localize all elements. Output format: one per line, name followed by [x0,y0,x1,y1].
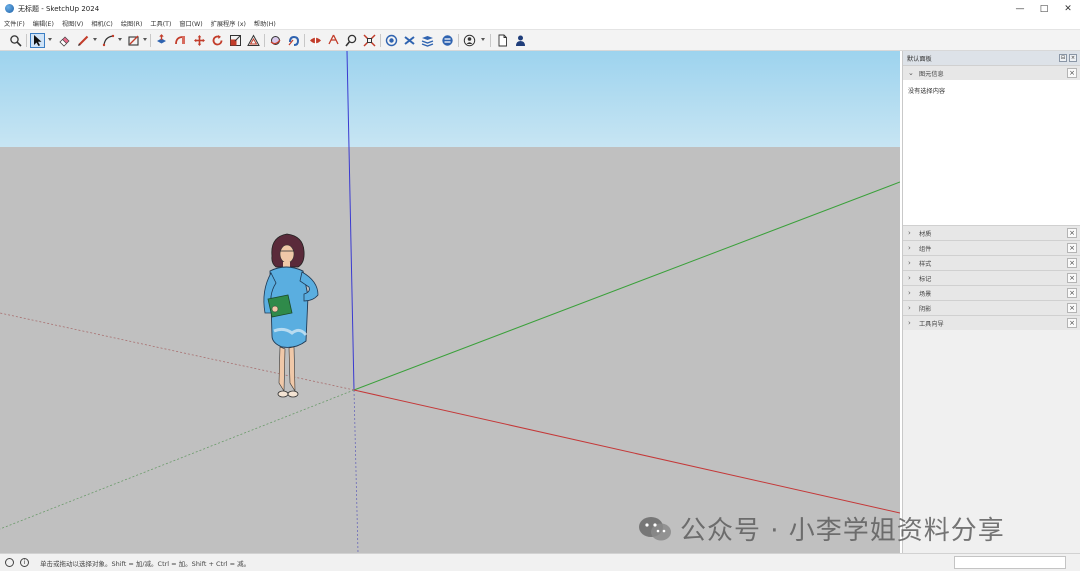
chevron-right-icon: › [908,304,911,312]
title-bar: 无标题 - SketchUp 2024 — □ ✕ [0,0,1080,17]
chevron-right-icon: › [908,289,911,297]
eraser-icon[interactable] [57,33,72,48]
window-title: 无标题 - SketchUp 2024 [18,4,100,13]
panel-close-button[interactable]: × [1067,318,1077,328]
document-icon[interactable] [495,33,510,48]
tray-close-button[interactable]: × [1069,54,1077,62]
arc-icon[interactable] [101,33,116,48]
menu-file[interactable]: 文件(F) [4,19,25,28]
chevron-right-icon: › [908,259,911,267]
menu-view[interactable]: 视图(V) [62,19,83,28]
maximize-button[interactable]: □ [1032,0,1056,17]
panel-label: 标记 [919,275,932,283]
search-icon[interactable] [8,33,23,48]
panel-label: 图元信息 [919,70,944,78]
ground [0,147,900,553]
menu-tools[interactable]: 工具(T) [150,19,171,28]
3d-warehouse-icon[interactable] [384,33,399,48]
status-hint: 单击或拖动以选择对象。Shift = 加/减。Ctrl = 加。Shift + … [40,560,251,568]
zoom-icon[interactable] [344,33,359,48]
walk-icon[interactable] [326,33,341,48]
panel-components[interactable]: › 组件 × [903,240,1080,255]
panel-label: 材质 [919,230,932,238]
chevron-right-icon: › [908,274,911,282]
sky [0,51,900,147]
panel-shadows[interactable]: › 阴影 × [903,300,1080,315]
tray-pin-button[interactable]: ⊟ [1059,54,1067,62]
chevron-right-icon: › [908,319,911,327]
model-viewport[interactable] [0,51,900,553]
info-icon[interactable]: i [20,558,29,567]
panel-label: 样式 [919,260,932,268]
push-pull-icon[interactable] [154,33,169,48]
offset-icon[interactable] [246,33,261,48]
styles-icon[interactable] [440,33,455,48]
window-controls: — □ ✕ [1008,0,1080,17]
zoom-extents-icon[interactable] [362,33,377,48]
minimize-button[interactable]: — [1008,0,1032,17]
watermark: 公众号 · 小李学姐资料分享 [636,510,1005,547]
entity-info-empty-text: 没有选择内容 [908,88,946,95]
account-icon[interactable] [462,33,477,48]
panel-close-button[interactable]: × [1067,273,1077,283]
status-bar: i 单击或拖动以选择对象。Shift = 加/减。Ctrl = 加。Shift … [0,553,1080,571]
extension-warehouse-icon[interactable] [402,33,417,48]
layout-icon[interactable] [420,33,435,48]
entity-info-body: 没有选择内容 [903,80,1080,225]
default-tray: 默认面板 ⊟ × ⌄ 图元信息 × 没有选择内容 › 材质 × › 组件 × ›… [902,51,1080,553]
panel-label: 工具向导 [919,320,944,328]
panel-close-button[interactable]: × [1067,228,1077,238]
panel-label: 场景 [919,290,932,298]
panel-label: 组件 [919,245,932,253]
rotate-icon[interactable] [210,33,225,48]
scene-canvas[interactable] [0,51,900,553]
panel-scenes[interactable]: › 场景 × [903,285,1080,300]
user-icon[interactable] [513,33,528,48]
pan-icon[interactable] [286,33,301,48]
tray-header: 默认面板 ⊟ × [903,51,1080,65]
sketchup-logo-icon [5,4,14,13]
close-button[interactable]: ✕ [1056,0,1080,17]
menu-help[interactable]: 帮助(H) [254,19,276,28]
panel-close-button[interactable]: × [1067,303,1077,313]
main-toolbar [0,29,1080,51]
panel-close-button[interactable]: × [1067,68,1077,78]
measurements-box[interactable] [954,556,1066,569]
geo-location-icon[interactable] [5,558,14,567]
chevron-down-icon: ⌄ [908,69,914,77]
panel-label: 阴影 [919,305,932,313]
scale-icon[interactable] [228,33,243,48]
panel-instructor[interactable]: › 工具向导 × [903,315,1080,330]
menu-bar: 文件(F) 编辑(E) 视图(V) 相机(C) 绘图(R) 工具(T) 窗口(W… [0,17,1080,29]
rectangle-icon[interactable] [126,33,141,48]
panel-styles[interactable]: › 样式 × [903,255,1080,270]
menu-edit[interactable]: 编辑(E) [33,19,54,28]
tray-title: 默认面板 [907,55,932,63]
menu-extensions[interactable]: 扩展程序 (x) [211,19,246,28]
move-icon[interactable] [192,33,207,48]
panel-materials[interactable]: › 材质 × [903,225,1080,240]
menu-camera[interactable]: 相机(C) [91,19,113,28]
chevron-right-icon: › [908,229,911,237]
follow-me-icon[interactable] [173,33,188,48]
section-icon[interactable] [308,33,323,48]
panel-entity-info[interactable]: ⌄ 图元信息 × [903,65,1080,80]
menu-draw[interactable]: 绘图(R) [121,19,143,28]
pencil-icon[interactable] [76,33,91,48]
panel-close-button[interactable]: × [1067,243,1077,253]
panel-tags[interactable]: › 标记 × [903,270,1080,285]
watermark-text: 公众号 · 小李学姐资料分享 [680,516,1005,546]
orbit-icon[interactable] [268,33,283,48]
panel-close-button[interactable]: × [1067,288,1077,298]
menu-window[interactable]: 窗口(W) [179,19,202,28]
select-arrow-icon[interactable] [30,33,45,48]
chevron-right-icon: › [908,244,911,252]
wechat-logo-icon [636,514,676,544]
panel-close-button[interactable]: × [1067,258,1077,268]
